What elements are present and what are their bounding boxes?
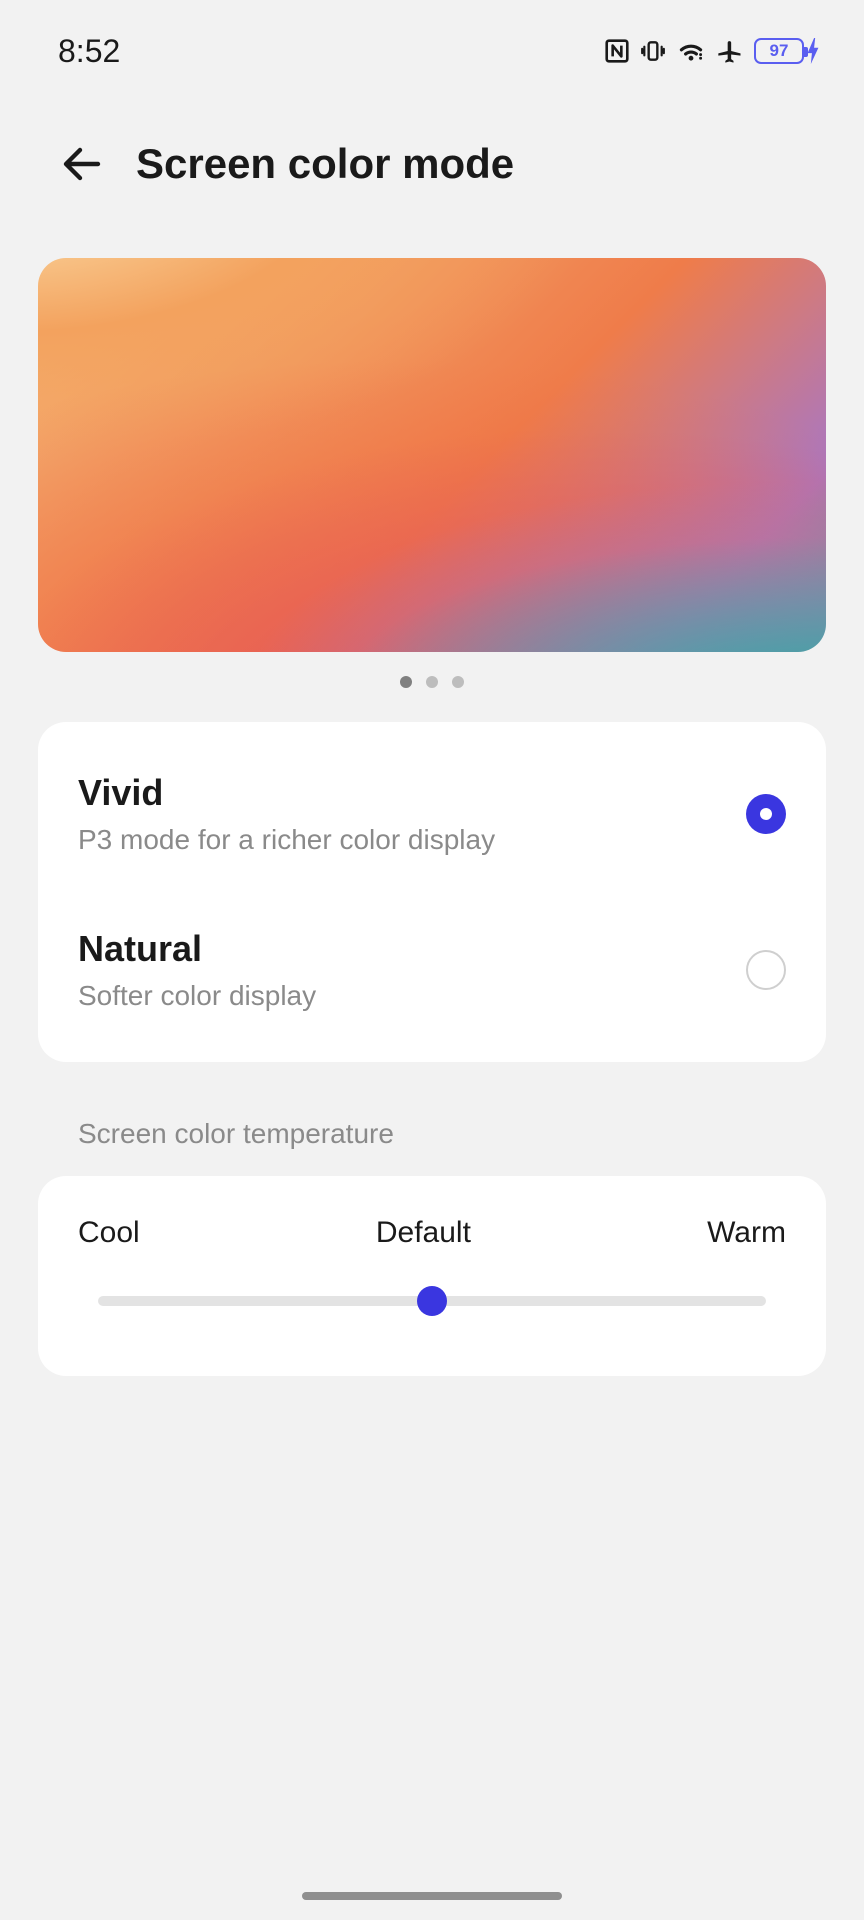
- status-bar: 8:52 97: [0, 0, 864, 80]
- arrow-left-icon: [58, 140, 106, 188]
- temperature-label-warm: Warm: [707, 1216, 786, 1250]
- nfc-icon: [604, 38, 630, 64]
- wifi-icon: [676, 39, 706, 63]
- carousel-dot[interactable]: [426, 676, 438, 688]
- option-title: Vivid: [78, 772, 495, 814]
- home-indicator[interactable]: [302, 1892, 562, 1900]
- page-title: Screen color mode: [136, 140, 514, 188]
- slider-thumb[interactable]: [417, 1286, 447, 1316]
- airplane-icon: [716, 37, 744, 65]
- section-label-temperature: Screen color temperature: [0, 1062, 864, 1176]
- temperature-label-default: Default: [376, 1216, 471, 1250]
- temperature-scale-labels: Cool Default Warm: [78, 1216, 786, 1250]
- status-icons: 97: [604, 37, 820, 65]
- vibrate-icon: [640, 38, 666, 64]
- battery-percent: 97: [770, 41, 789, 61]
- radio-unselected-icon[interactable]: [746, 950, 786, 990]
- page-header: Screen color mode: [0, 80, 864, 228]
- charging-icon: [806, 38, 820, 64]
- battery-indicator: 97: [754, 38, 820, 64]
- temperature-label-cool: Cool: [78, 1216, 140, 1250]
- color-temperature-card: Cool Default Warm: [38, 1176, 826, 1376]
- radio-selected-icon[interactable]: [746, 794, 786, 834]
- carousel-dot[interactable]: [452, 676, 464, 688]
- option-subtitle: Softer color display: [78, 980, 316, 1012]
- option-natural[interactable]: Natural Softer color display: [38, 892, 826, 1048]
- color-preview-image[interactable]: [38, 258, 826, 652]
- status-time: 8:52: [58, 33, 120, 70]
- carousel-dots: [0, 652, 864, 722]
- temperature-slider[interactable]: [98, 1286, 766, 1316]
- back-button[interactable]: [58, 140, 106, 188]
- option-vivid[interactable]: Vivid P3 mode for a richer color display: [38, 736, 826, 892]
- option-title: Natural: [78, 928, 316, 970]
- color-mode-options-card: Vivid P3 mode for a richer color display…: [38, 722, 826, 1062]
- option-subtitle: P3 mode for a richer color display: [78, 824, 495, 856]
- carousel-dot[interactable]: [400, 676, 412, 688]
